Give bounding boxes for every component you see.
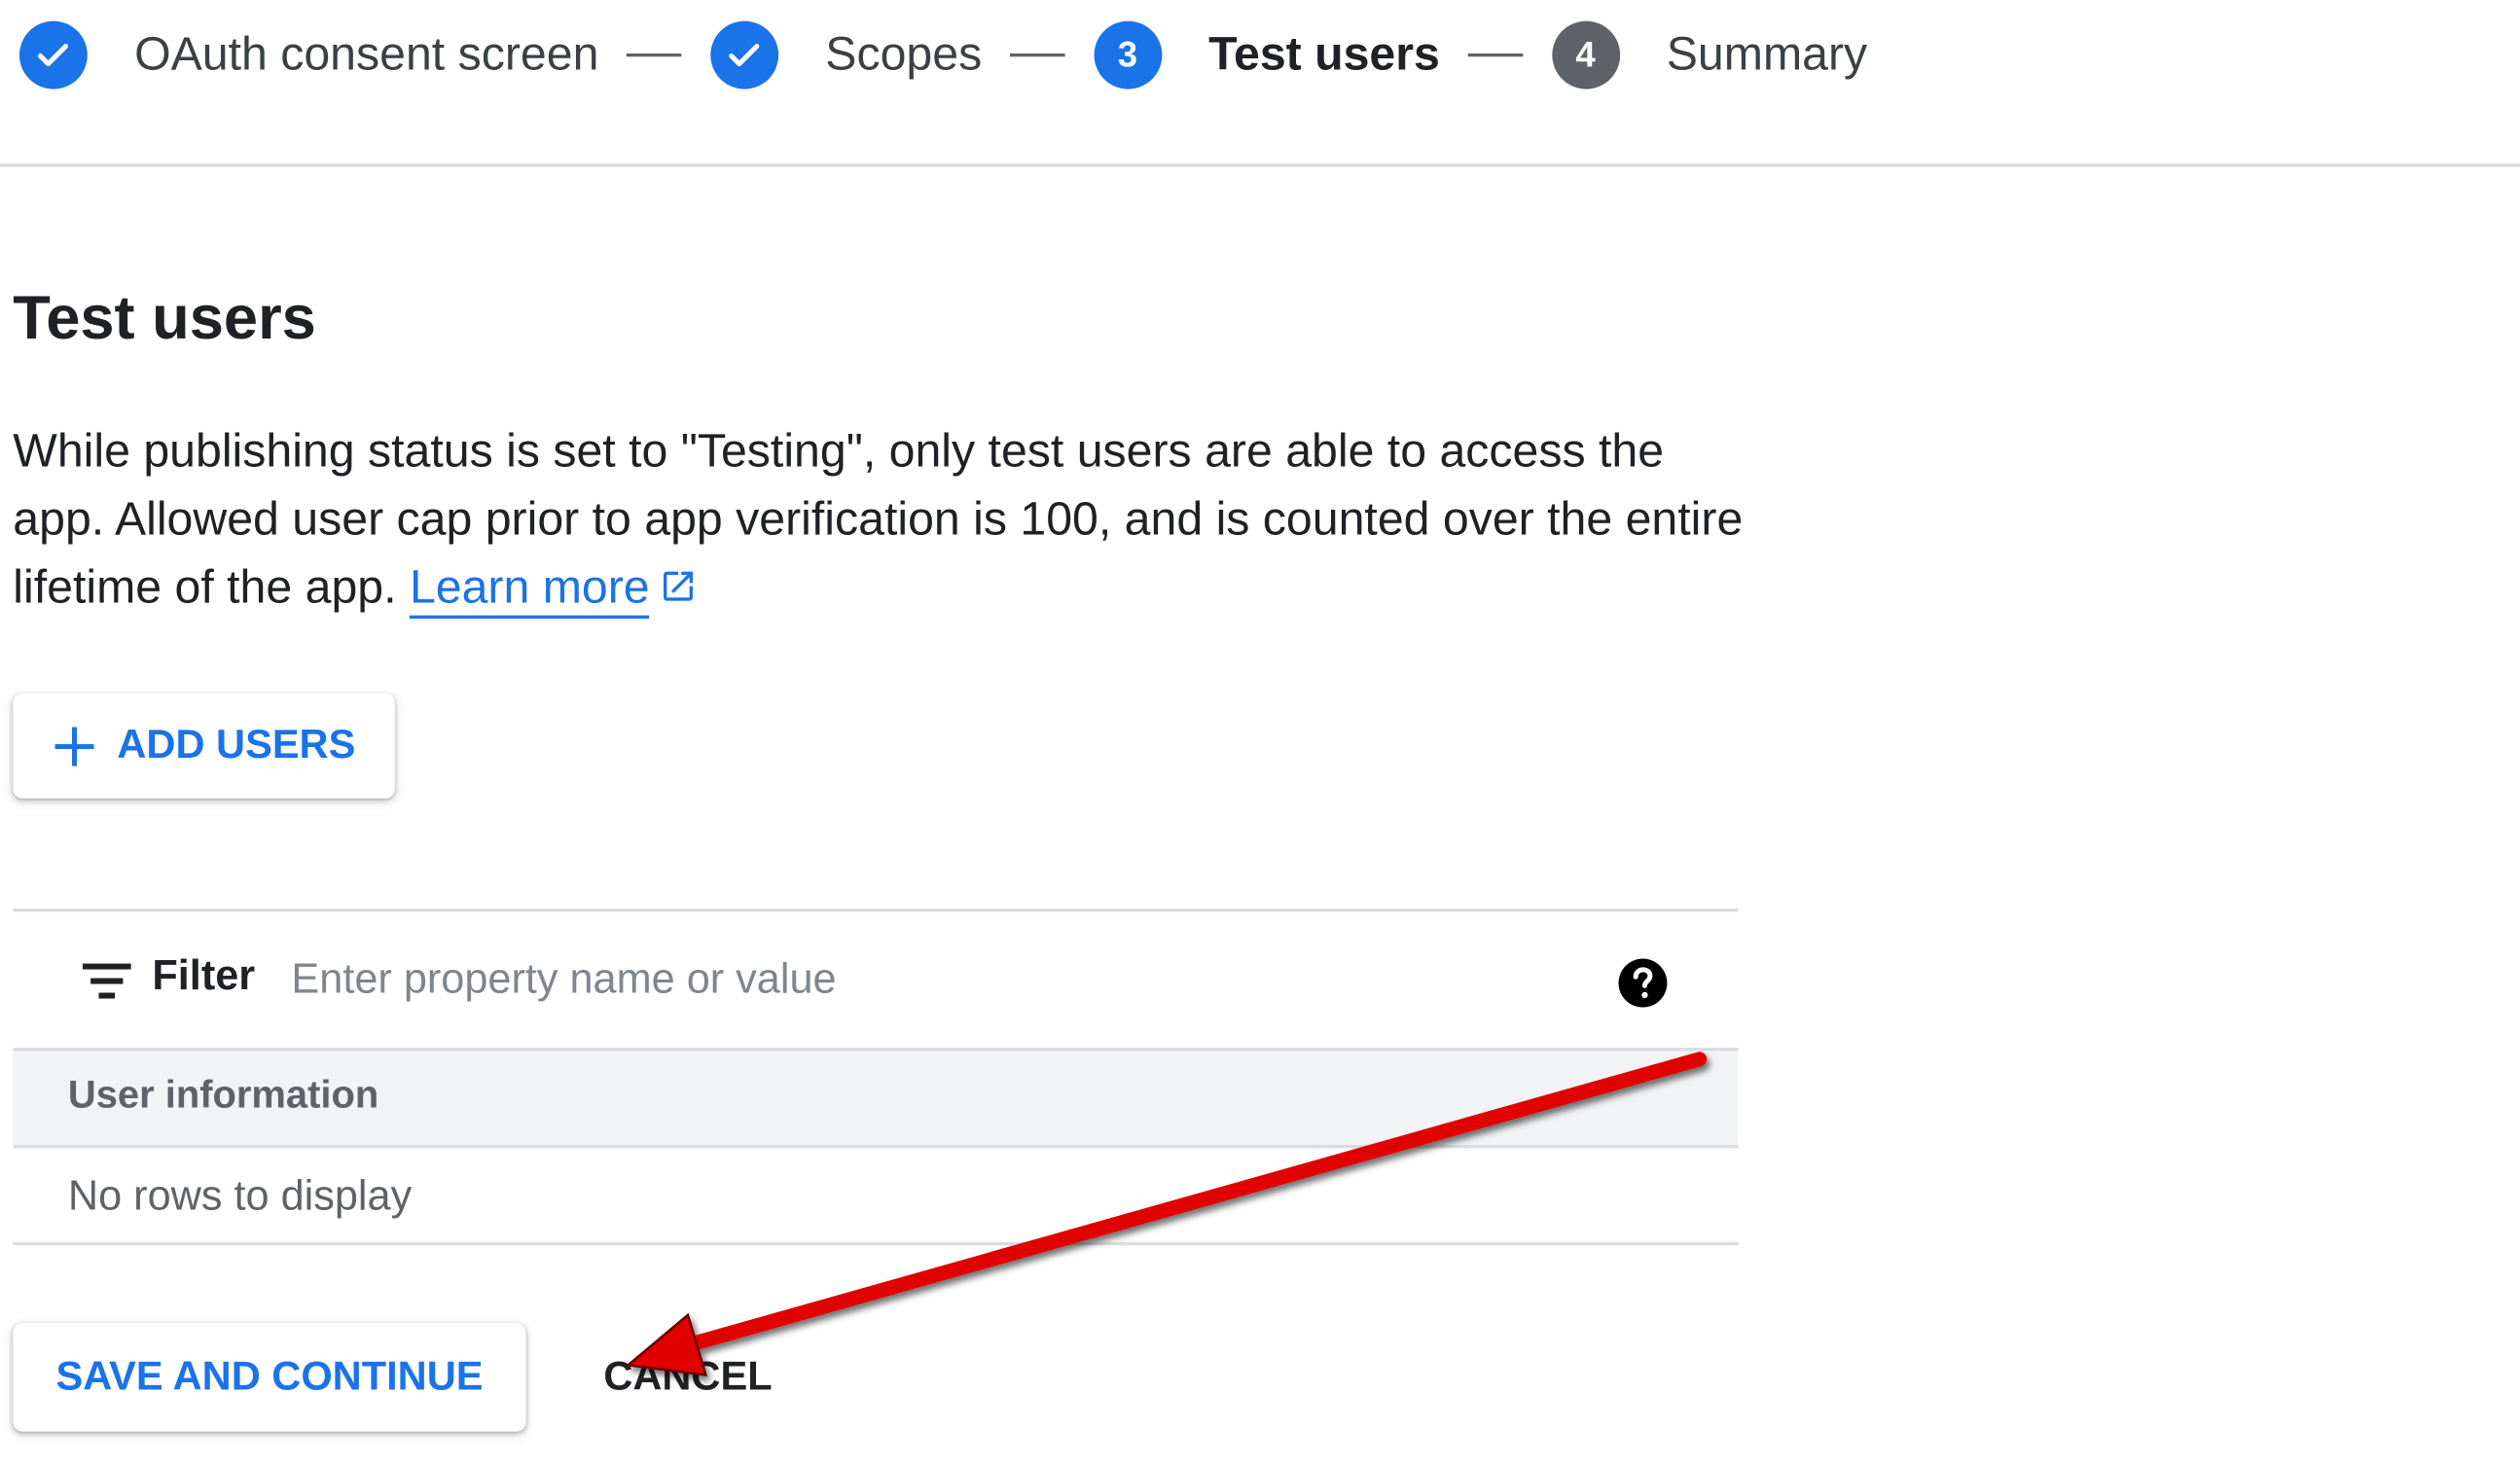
filter-icon[interactable] bbox=[82, 963, 131, 1008]
learn-more-link[interactable]: Learn more bbox=[409, 561, 650, 619]
check-icon bbox=[18, 20, 88, 89]
table-header: User information bbox=[13, 1051, 1739, 1146]
step-label: Test users bbox=[1208, 28, 1440, 81]
step-separator bbox=[626, 53, 682, 57]
description-text: While publishing status is set to "Testi… bbox=[13, 418, 1752, 625]
step-summary[interactable]: 4 Summary bbox=[1551, 20, 1868, 89]
filter-input[interactable] bbox=[291, 946, 1198, 1010]
external-link-icon[interactable] bbox=[660, 557, 699, 625]
step-label: Scopes bbox=[825, 28, 983, 81]
filter-label: Filter bbox=[152, 950, 256, 1000]
table-row: No rows to display bbox=[13, 1148, 1738, 1242]
help-icon[interactable] bbox=[1617, 957, 1669, 1018]
step-label: OAuth consent screen bbox=[134, 28, 599, 81]
step-scopes[interactable]: Scopes bbox=[710, 20, 983, 89]
step-test-users[interactable]: 3 Test users bbox=[1094, 20, 1440, 89]
step-separator bbox=[1009, 53, 1065, 57]
oauth-test-users-page: OAuth consent screen Scopes 3 Test users… bbox=[0, 0, 2520, 1464]
description-body: While publishing status is set to "Testi… bbox=[13, 425, 1744, 614]
step-label: Summary bbox=[1666, 28, 1868, 81]
page-title: Test users bbox=[13, 285, 316, 353]
cancel-button[interactable]: CANCEL bbox=[576, 1323, 800, 1432]
table-bottom-border bbox=[13, 1241, 1739, 1246]
learn-more-label: Learn more bbox=[409, 561, 650, 614]
stepper: OAuth consent screen Scopes 3 Test users… bbox=[18, 19, 1868, 90]
cancel-label: CANCEL bbox=[603, 1353, 773, 1400]
plus-icon bbox=[53, 723, 98, 768]
step-number-badge: 3 bbox=[1094, 20, 1162, 89]
column-header-user-information[interactable]: User information bbox=[68, 1074, 378, 1120]
test-users-table: Filter User information No rows to displ… bbox=[13, 908, 1739, 1246]
check-icon bbox=[710, 20, 779, 89]
step-number-badge: 4 bbox=[1551, 20, 1620, 89]
save-label: SAVE AND CONTINUE bbox=[55, 1353, 484, 1400]
step-separator bbox=[1467, 53, 1523, 57]
step-oauth-consent-screen[interactable]: OAuth consent screen bbox=[18, 20, 599, 89]
header-divider bbox=[0, 163, 2520, 167]
empty-state-message: No rows to display bbox=[67, 1170, 413, 1220]
add-users-label: ADD USERS bbox=[117, 722, 356, 768]
filter-bar: Filter bbox=[13, 911, 1738, 1048]
save-and-continue-button[interactable]: SAVE AND CONTINUE bbox=[13, 1323, 526, 1432]
add-users-button[interactable]: ADD USERS bbox=[13, 693, 395, 799]
